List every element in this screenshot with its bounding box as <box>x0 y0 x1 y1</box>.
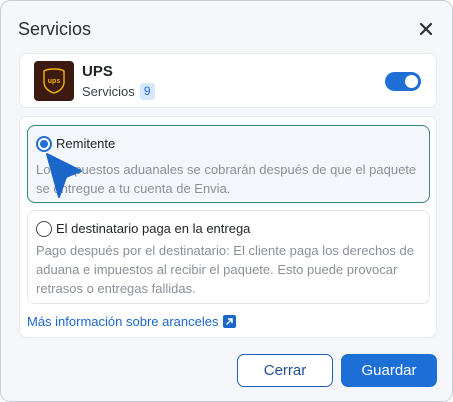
option-recipient[interactable]: El destinatario paga en la entrega Pago … <box>27 210 430 304</box>
radio-sender[interactable] <box>36 136 52 152</box>
services-dialog: Servicios ups UPS Servicios 9 Remitente … <box>0 0 453 402</box>
more-info-label: Más información sobre aranceles <box>27 314 219 329</box>
carrier-enabled-toggle[interactable] <box>385 72 421 91</box>
more-info-link[interactable]: Más información sobre aranceles <box>27 314 237 329</box>
close-button[interactable] <box>414 17 438 41</box>
option-sender-title: Remitente <box>56 136 116 151</box>
option-recipient-title: El destinatario paga en la entrega <box>56 221 251 236</box>
close-icon <box>419 22 433 36</box>
toggle-knob <box>405 75 418 88</box>
dialog-title: Servicios <box>18 19 92 39</box>
radio-recipient[interactable] <box>36 221 52 237</box>
dialog-header: Servicios <box>18 17 438 41</box>
option-sender[interactable]: Remitente Los impuestos aduanales se cob… <box>27 125 430 203</box>
services-count-badge: 9 <box>139 83 155 100</box>
carrier-card: ups UPS Servicios 9 <box>19 53 437 108</box>
carrier-services: Servicios 9 <box>82 83 155 100</box>
ups-logo: ups <box>34 61 74 101</box>
duties-options-card: Remitente Los impuestos aduanales se cob… <box>19 116 437 338</box>
carrier-name: UPS <box>82 63 113 80</box>
svg-text:ups: ups <box>48 78 61 85</box>
option-recipient-description: Pago después por el destinatario: El cli… <box>36 243 414 296</box>
cancel-button[interactable]: Cerrar <box>237 354 333 387</box>
services-label: Servicios <box>82 84 135 99</box>
save-button[interactable]: Guardar <box>341 354 437 387</box>
option-sender-description: Los impuestos aduanales se cobrarán desp… <box>36 162 417 196</box>
external-link-icon <box>223 315 237 328</box>
